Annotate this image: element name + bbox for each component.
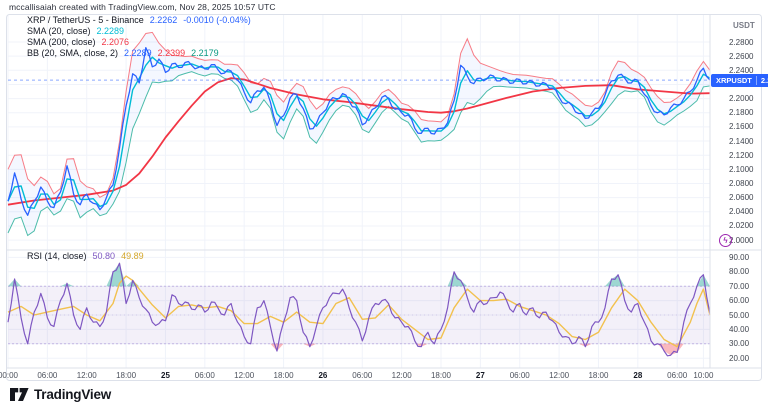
rsi-value: 50.80: [93, 251, 116, 262]
bb-basis-value: 2.2289: [124, 48, 152, 59]
sma20-value: 2.2289: [97, 26, 125, 37]
rsi-tick: 40.00: [729, 325, 749, 334]
lightning-icon[interactable]: ϟ: [719, 234, 732, 247]
price-tick: 2.1600: [729, 122, 753, 131]
tradingview-logo[interactable]: TradingView: [10, 387, 111, 402]
time-label: 06:00: [352, 371, 372, 380]
time-label: 18:00: [588, 371, 608, 380]
badge-divider: [756, 76, 757, 85]
time-label: 18:00: [116, 371, 136, 380]
price-tick: 2.0000: [729, 236, 753, 245]
badge-price: 2.2262: [759, 76, 768, 85]
sma20-label: SMA (20, close): [27, 26, 91, 37]
rsi-tick: 50.00: [729, 311, 749, 320]
time-label: 10:00: [693, 371, 713, 380]
time-label: 26: [318, 371, 327, 380]
badge-symbol: XRPUSDT: [714, 76, 754, 85]
time-label: 06:00: [510, 371, 530, 380]
bb-lower-value: 2.2179: [191, 48, 219, 59]
bb-label: BB (20, SMA, close, 2): [27, 48, 118, 59]
time-label: 00:00: [0, 371, 18, 380]
rsi-overbought-fill: [8, 263, 710, 286]
price-tick: 2.0800: [729, 179, 753, 188]
price-tick: 2.0400: [729, 207, 753, 216]
rsi-tick: 20.00: [729, 354, 749, 363]
price-tick: 2.1800: [729, 108, 753, 117]
rsi-oversold-fill: [8, 344, 710, 356]
time-label: 27: [476, 371, 485, 380]
sma200-legend-row[interactable]: SMA (200, close) 2.2076: [27, 37, 251, 48]
time-label: 18:00: [431, 371, 451, 380]
price-tick: 2.2600: [729, 52, 753, 61]
price-tick: 2.1400: [729, 137, 753, 146]
rsi-legend: RSI (14, close) 50.80 49.89: [27, 251, 144, 262]
time-label: 25: [161, 371, 170, 380]
sma200-label: SMA (200, close): [27, 37, 96, 48]
rsi-legend-row[interactable]: RSI (14, close) 50.80 49.89: [27, 251, 144, 262]
time-label: 06:00: [667, 371, 687, 380]
rsi-tick: 70.00: [729, 282, 749, 291]
price-tick: 2.1200: [729, 151, 753, 160]
price-tick: 2.1000: [729, 165, 753, 174]
bb-legend-row[interactable]: BB (20, SMA, close, 2) 2.2289 2.2399 2.2…: [27, 48, 251, 59]
chart-canvas[interactable]: [0, 0, 768, 411]
rsi-tick: 30.00: [729, 339, 749, 348]
tradingview-logo-mark: [10, 387, 29, 402]
price-change-value: -0.0010 (-0.04%): [183, 15, 251, 26]
rsi-tick: 80.00: [729, 267, 749, 276]
last-price-value: 2.2262: [150, 15, 178, 26]
price-tick: 2.2000: [729, 94, 753, 103]
price-tick: 2.0200: [729, 221, 753, 230]
rsi-label: RSI (14, close): [27, 251, 87, 262]
time-label: 12:00: [77, 371, 97, 380]
rsi-tick: 60.00: [729, 296, 749, 305]
time-label: 28: [633, 371, 642, 380]
bb-fill: [8, 32, 710, 235]
sma20-legend-row[interactable]: SMA (20, close) 2.2289: [27, 26, 251, 37]
time-label: 06:00: [195, 371, 215, 380]
symbol-title: XRP / TetherUS - 5 - Binance: [27, 15, 144, 26]
rsi-ma-value: 49.89: [121, 251, 144, 262]
time-label: 06:00: [37, 371, 57, 380]
main-legend: XRP / TetherUS - 5 - Binance 2.2262 -0.0…: [27, 15, 251, 59]
tradingview-logo-text: TradingView: [34, 387, 111, 402]
symbol-legend-row[interactable]: XRP / TetherUS - 5 - Binance 2.2262 -0.0…: [27, 15, 251, 26]
rsi-tick: 90.00: [729, 253, 749, 262]
time-label: 12:00: [549, 371, 569, 380]
tradingview-snapshot: mccallisaiah created with TradingView.co…: [0, 0, 768, 411]
bb-upper-value: 2.2399: [158, 48, 186, 59]
sma200-value: 2.2076: [102, 37, 130, 48]
time-label: 12:00: [234, 371, 254, 380]
time-label: 18:00: [274, 371, 294, 380]
price-axis-currency: USDT: [733, 21, 755, 30]
last-price-badge: XRPUSDT 2.2262: [711, 74, 768, 87]
time-label: 12:00: [392, 371, 412, 380]
price-tick: 2.0600: [729, 193, 753, 202]
price-tick: 2.2800: [729, 38, 753, 47]
